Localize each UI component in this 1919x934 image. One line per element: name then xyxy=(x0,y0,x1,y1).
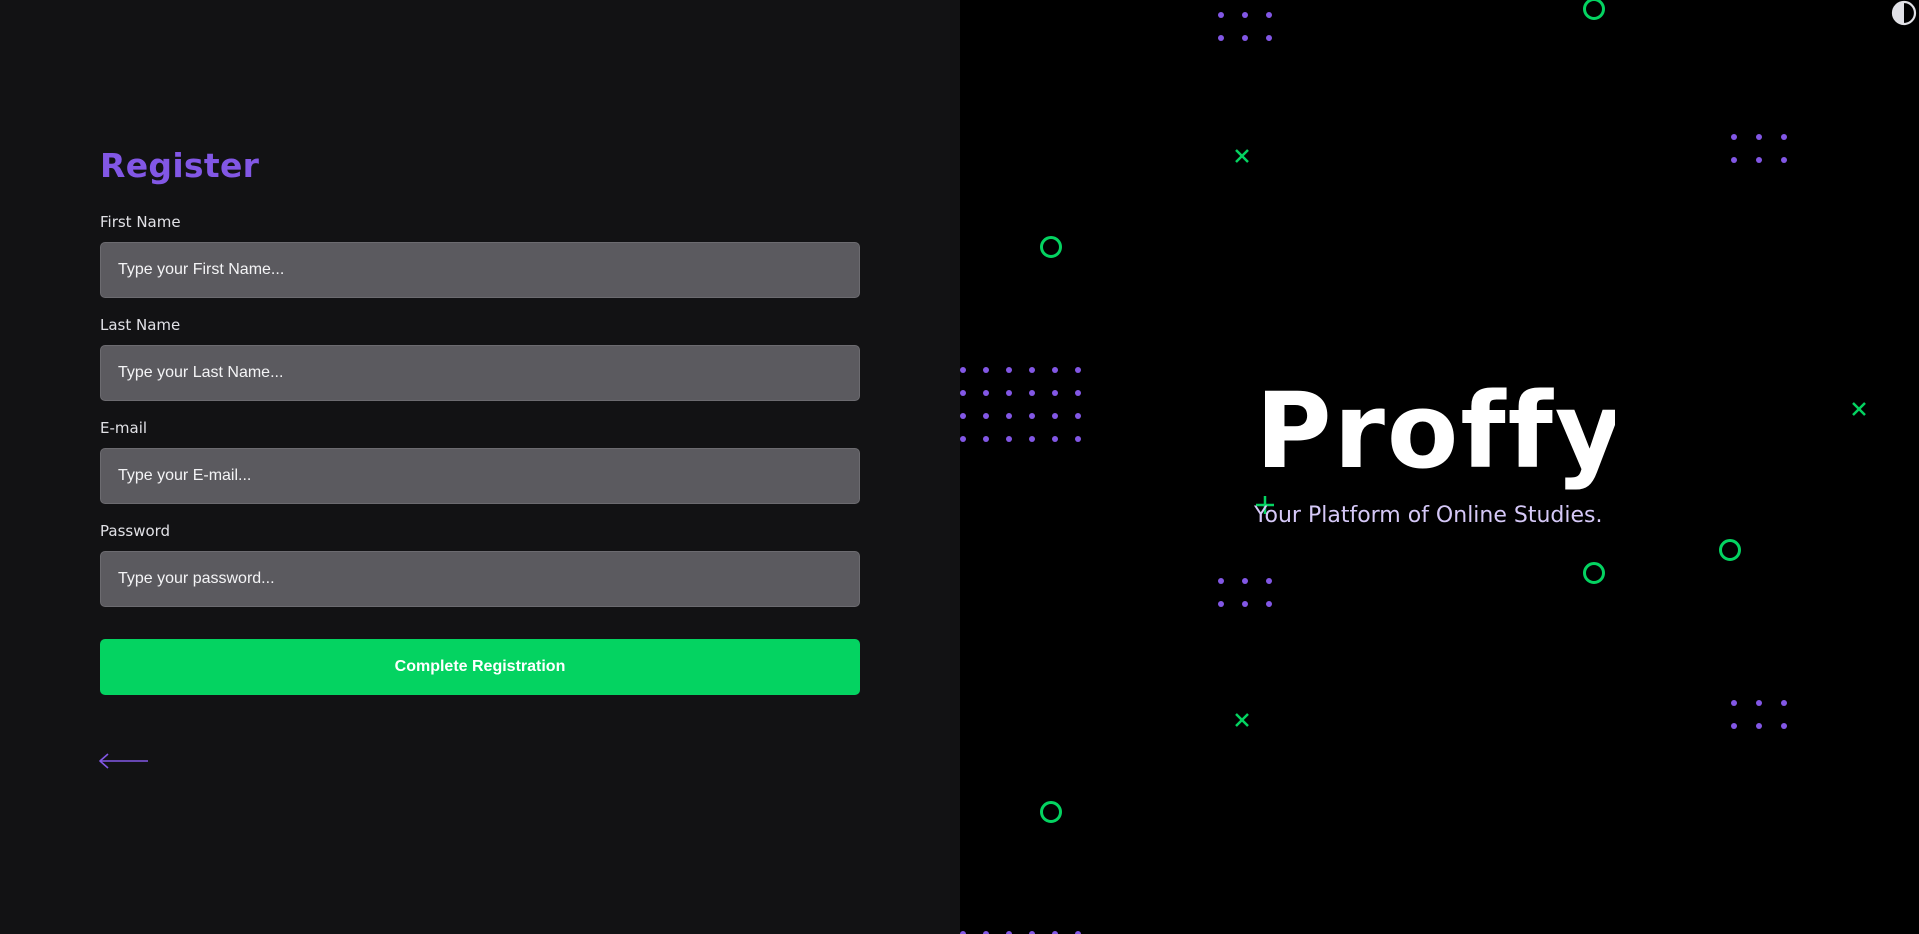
ring-decoration xyxy=(1719,539,1741,561)
x-mark-decoration xyxy=(1852,402,1866,416)
register-page: Register First Name Last Name E-mail Pas… xyxy=(0,0,1919,934)
complete-registration-button[interactable]: Complete Registration xyxy=(100,639,860,695)
svg-text:Proffy: Proffy xyxy=(1265,376,1615,492)
password-label: Password xyxy=(100,522,171,540)
ring-decoration xyxy=(1583,562,1605,584)
last-name-label: Last Name xyxy=(100,316,181,334)
dot-grid-decoration xyxy=(1218,12,1272,41)
brand-tagline: Your Platform of Online Studies. xyxy=(1254,503,1603,528)
dot-grid-decoration xyxy=(960,367,1081,442)
email-input[interactable] xyxy=(100,448,860,504)
ring-decoration xyxy=(1583,0,1605,20)
first-name-input[interactable] xyxy=(100,242,860,298)
ring-decoration xyxy=(1040,236,1062,258)
dot-grid-decoration xyxy=(1731,134,1787,163)
arrow-left-icon[interactable] xyxy=(98,750,150,772)
proffy-logo: Proffy xyxy=(1265,376,1615,492)
ring-decoration xyxy=(1040,801,1062,823)
password-input[interactable] xyxy=(100,551,860,607)
last-name-input[interactable] xyxy=(100,345,860,401)
email-label: E-mail xyxy=(100,419,148,437)
x-mark-decoration xyxy=(1235,713,1249,727)
dot-grid-decoration xyxy=(1731,700,1787,729)
dot-grid-decoration xyxy=(1218,578,1272,607)
half-circle-contrast-icon[interactable] xyxy=(1891,0,1917,26)
register-panel: Register First Name Last Name E-mail Pas… xyxy=(0,0,960,934)
x-mark-decoration xyxy=(1235,149,1249,163)
page-title: Register xyxy=(100,146,260,185)
first-name-label: First Name xyxy=(100,213,181,231)
